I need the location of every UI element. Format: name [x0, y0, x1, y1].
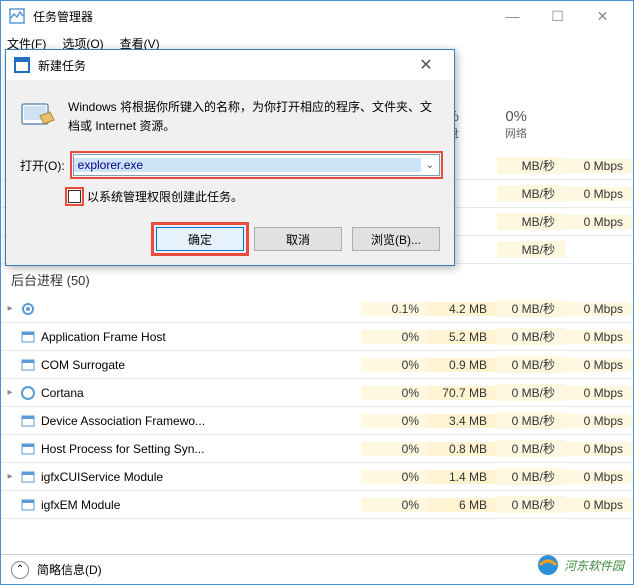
net-cell: 0 Mbps — [565, 330, 633, 344]
mem-cell: 1.4 MB — [429, 470, 497, 484]
dialog-close-button[interactable]: ✕ — [406, 51, 446, 79]
mem-cell: 6 MB — [429, 498, 497, 512]
disk-cell: 0 MB/秒 — [497, 412, 565, 429]
ok-button[interactable]: 确定 — [156, 227, 244, 251]
open-label: 打开(O): — [20, 157, 65, 174]
taskmgr-icon — [9, 8, 25, 24]
minimize-button[interactable]: — — [490, 2, 535, 30]
mem-cell: 5.2 MB — [429, 330, 497, 344]
process-icon — [19, 413, 37, 429]
expand-icon[interactable]: ▸ — [1, 387, 19, 398]
disk-cell: 0 MB/秒 — [497, 300, 565, 317]
process-icon — [19, 357, 37, 373]
disk-cell: 0 MB/秒 — [497, 356, 565, 373]
mem-cell: 0.8 MB — [429, 442, 497, 456]
disk-cell: 0 MB/秒 — [497, 496, 565, 513]
mem-cell: 70.7 MB — [429, 386, 497, 400]
dialog-title: 新建任务 — [38, 57, 406, 74]
process-name: igfxEM Module — [37, 498, 361, 512]
main-titlebar: 任务管理器 — ☐ ✕ — [1, 1, 633, 31]
process-name: Device Association Framewo... — [37, 414, 361, 428]
open-input-value[interactable]: explorer.exe — [74, 158, 421, 172]
cancel-button[interactable]: 取消 — [254, 227, 342, 251]
cpu-cell: 0% — [361, 358, 429, 372]
cpu-cell: 0% — [361, 330, 429, 344]
chevron-up-icon[interactable]: ⌃ — [11, 561, 29, 579]
watermark-logo — [536, 553, 560, 577]
table-row[interactable]: ▸ 0.1%4.2 MB0 MB/秒0 Mbps — [1, 295, 633, 323]
run-dialog-icon — [14, 57, 30, 73]
cpu-cell: 0% — [361, 442, 429, 456]
disk-cell: 0 MB/秒 — [497, 440, 565, 457]
category-background[interactable]: 后台进程 (50) — [1, 264, 633, 295]
process-icon — [19, 301, 37, 317]
net-cell: 0 Mbps — [565, 386, 633, 400]
cpu-cell: 0% — [361, 498, 429, 512]
window-title: 任务管理器 — [33, 8, 490, 25]
table-row[interactable]: igfxEM Module0%6 MB0 MB/秒0 Mbps — [1, 491, 633, 519]
net-cell: 0 Mbps — [565, 414, 633, 428]
process-name: COM Surrogate — [37, 358, 361, 372]
net-label: 网络 — [467, 125, 527, 141]
table-row[interactable]: Application Frame Host0%5.2 MB0 MB/秒0 Mb… — [1, 323, 633, 351]
process-icon — [19, 469, 37, 485]
watermark: 河东软件园 — [536, 553, 624, 577]
brief-info-link[interactable]: 简略信息(D) — [37, 561, 102, 578]
process-name: Cortana — [37, 386, 361, 400]
disk-cell: 0 MB/秒 — [497, 468, 565, 485]
net-cell: 0 Mbps — [565, 442, 633, 456]
new-task-dialog: 新建任务 ✕ Windows 将根据你所键入的名称，为你打开相应的程序、文件夹、… — [5, 49, 455, 266]
table-row[interactable]: ▸ Cortana0%70.7 MB0 MB/秒0 Mbps — [1, 379, 633, 407]
open-combobox[interactable]: explorer.exe ⌄ — [73, 154, 440, 176]
cpu-cell: 0% — [361, 470, 429, 484]
maximize-button[interactable]: ☐ — [535, 2, 580, 30]
browse-button[interactable]: 浏览(B)... — [352, 227, 440, 251]
disk-cell: 0 MB/秒 — [497, 384, 565, 401]
net-cell: 0 Mbps — [565, 498, 633, 512]
chevron-down-icon[interactable]: ⌄ — [421, 160, 439, 171]
table-row[interactable]: Device Association Framewo...0%3.4 MB0 M… — [1, 407, 633, 435]
process-name: Application Frame Host — [37, 330, 361, 344]
table-row[interactable]: Host Process for Setting Syn...0%0.8 MB0… — [1, 435, 633, 463]
process-name: igfxCUIService Module — [37, 470, 361, 484]
process-icon — [19, 329, 37, 345]
admin-checkbox[interactable] — [68, 190, 81, 203]
process-icon — [19, 441, 37, 457]
cpu-cell: 0% — [361, 414, 429, 428]
disk-cell: 0 MB/秒 — [497, 328, 565, 345]
process-icon — [19, 497, 37, 513]
mem-cell: 4.2 MB — [429, 302, 497, 316]
net-pct: 0% — [467, 108, 527, 125]
mem-cell: 0.9 MB — [429, 358, 497, 372]
admin-checkbox-label: 以系统管理权限创建此任务。 — [87, 188, 243, 205]
net-cell: 0 Mbps — [565, 358, 633, 372]
run-icon — [20, 98, 56, 134]
net-cell: 0 Mbps — [565, 302, 633, 316]
cpu-cell: 0% — [361, 386, 429, 400]
expand-icon[interactable]: ▸ — [1, 471, 19, 482]
expand-icon[interactable]: ▸ — [1, 303, 19, 314]
cpu-cell: 0.1% — [361, 302, 429, 316]
net-cell: 0 Mbps — [565, 470, 633, 484]
table-row[interactable]: COM Surrogate0%0.9 MB0 MB/秒0 Mbps — [1, 351, 633, 379]
table-row[interactable]: ▸ igfxCUIService Module0%1.4 MB0 MB/秒0 Mb… — [1, 463, 633, 491]
dialog-message: Windows 将根据你所键入的名称，为你打开相应的程序、文件夹、文档或 Int… — [68, 98, 440, 136]
close-button[interactable]: ✕ — [580, 2, 625, 30]
process-icon — [19, 385, 37, 401]
mem-cell: 3.4 MB — [429, 414, 497, 428]
process-name: Host Process for Setting Syn... — [37, 442, 361, 456]
